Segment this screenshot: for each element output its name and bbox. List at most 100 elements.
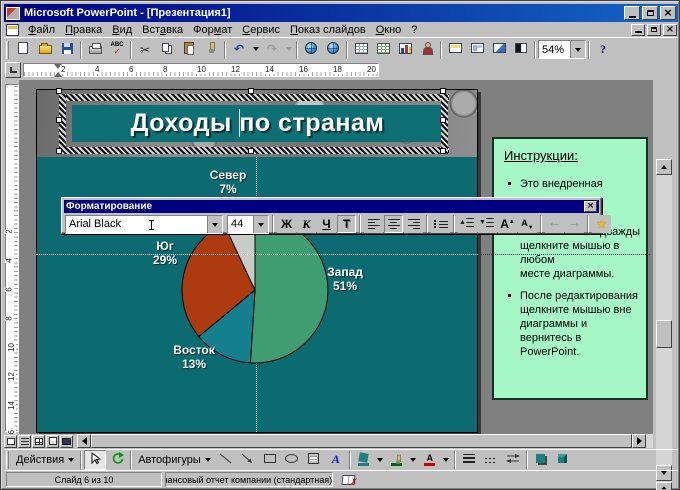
redo-dropdown-button[interactable] (283, 40, 294, 60)
selection-handle[interactable] (248, 88, 254, 94)
instructions-panel[interactable]: Инструкции: Это внедреннаядваждыщелкните… (492, 137, 648, 400)
doc-close-button[interactable]: × (663, 24, 677, 36)
insert-word-table-button[interactable] (350, 40, 372, 60)
font-color-dropdown[interactable] (441, 450, 452, 470)
insert-clipart-button[interactable] (416, 40, 438, 60)
horizontal-scrollbar[interactable] (77, 434, 653, 448)
horizontal-scroll-thumb[interactable] (91, 434, 632, 448)
selection-handle[interactable] (56, 88, 62, 94)
oval-button[interactable] (281, 450, 303, 470)
actions-menu-button[interactable]: Действия (12, 452, 78, 468)
scroll-right-button[interactable] (632, 434, 646, 448)
vertical-ruler[interactable]: 246810121416 (5, 84, 19, 432)
selection-handle[interactable] (440, 88, 446, 94)
bullets-button[interactable] (431, 215, 450, 233)
line-button[interactable] (215, 450, 237, 470)
save-button[interactable] (56, 40, 78, 60)
text-box-button[interactable] (303, 450, 325, 470)
close-button[interactable]: × (660, 6, 676, 20)
slide-sorter-view-button[interactable] (32, 435, 45, 448)
insert-wordart-button[interactable]: А (325, 450, 347, 470)
zoom-combo[interactable]: 54% (538, 40, 586, 59)
copy-button[interactable] (156, 40, 178, 60)
menu-item-Файл[interactable]: Файл (23, 23, 60, 37)
formatting-toolbar-close-icon[interactable]: × (584, 201, 597, 212)
doc-restore-button[interactable] (647, 24, 661, 36)
tab-selector-button[interactable] (5, 62, 21, 78)
align-center-button[interactable] (384, 215, 403, 233)
fill-color-button[interactable] (353, 450, 375, 470)
3d-button[interactable] (552, 450, 574, 470)
horizontal-guide[interactable] (478, 254, 650, 255)
format-painter-button[interactable] (200, 40, 222, 60)
spelling-button[interactable]: ABC✓ (106, 40, 128, 60)
minimize-button[interactable] (624, 6, 640, 20)
selection-handle[interactable] (440, 148, 446, 154)
font-size-value[interactable]: 44 (228, 218, 253, 230)
cut-button[interactable]: ✂ (134, 40, 156, 60)
menu-item-?[interactable]: ? (406, 23, 422, 37)
help-button[interactable]: ? (592, 40, 614, 60)
redo-button[interactable]: ↷ (261, 40, 283, 60)
line-color-button[interactable] (386, 450, 408, 470)
arrow-style-button[interactable] (502, 450, 524, 470)
insert-hyperlink-button[interactable] (300, 40, 322, 60)
slide-title-text[interactable]: Доходы по странам (131, 109, 385, 138)
title-bar[interactable]: Microsoft PowerPoint - [Презентация1] × (4, 4, 678, 22)
font-size-combo[interactable]: 44 (227, 215, 269, 234)
demote-button[interactable]: → (565, 215, 584, 233)
line-color-dropdown[interactable] (408, 450, 419, 470)
shadow-button[interactable] (530, 450, 552, 470)
underline-button[interactable]: Ч (317, 215, 336, 233)
scroll-left-button[interactable] (77, 434, 91, 448)
menu-item-Окно[interactable]: Окно (371, 23, 407, 37)
slide-view-button[interactable] (4, 435, 17, 448)
selection-hatch-border[interactable] (59, 94, 449, 101)
arrow-button[interactable] (237, 450, 259, 470)
font-name-dropdown[interactable] (207, 216, 222, 233)
font-name-combo[interactable]: Arial Black (65, 215, 223, 234)
bold-button[interactable]: Ж (277, 215, 296, 233)
menu-item-Формат[interactable]: Формат (188, 23, 237, 37)
undo-button[interactable]: ↶ (228, 40, 250, 60)
selection-handle[interactable] (248, 148, 254, 154)
print-button[interactable] (84, 40, 106, 60)
new-slide-button[interactable] (444, 40, 466, 60)
slide-title-placeholder[interactable]: Доходы по странам (72, 105, 443, 142)
decrease-paragraph-spacing-button[interactable]: ▼ (478, 215, 497, 233)
selection-hatch-border[interactable] (59, 147, 449, 154)
menu-item-Показ слайдов[interactable]: Показ слайдов (285, 23, 371, 37)
font-size-dropdown[interactable] (253, 216, 268, 233)
paste-button[interactable] (178, 40, 200, 60)
menu-item-Вставка[interactable]: Вставка (137, 23, 188, 37)
align-right-button[interactable] (404, 215, 423, 233)
italic-button[interactable]: К (297, 215, 316, 233)
free-rotate-button[interactable] (106, 450, 128, 470)
open-file-button[interactable] (34, 40, 56, 60)
outline-view-button[interactable] (18, 435, 31, 448)
promote-button[interactable]: ← (545, 215, 564, 233)
font-color-button[interactable]: А (419, 450, 441, 470)
selection-handle[interactable] (56, 117, 62, 123)
dash-style-button[interactable] (480, 450, 502, 470)
selection-hatch-border[interactable] (441, 94, 448, 154)
menu-item-Правка[interactable]: Правка (60, 23, 107, 37)
font-name-value[interactable]: Arial Black (66, 218, 207, 230)
autoshapes-menu-button[interactable]: Автофигуры (134, 452, 215, 468)
horizontal-ruler[interactable]: 2468101214161820 (23, 63, 379, 77)
selection-handle[interactable] (56, 148, 62, 154)
select-objects-button[interactable] (84, 450, 106, 470)
animation-effects-button[interactable]: ★ (592, 215, 611, 233)
insert-excel-worksheet-button[interactable] (372, 40, 394, 60)
notes-page-view-button[interactable] (46, 435, 59, 448)
menu-item-Вид[interactable]: Вид (107, 23, 137, 37)
insert-chart-button[interactable] (394, 40, 416, 60)
web-toolbar-button[interactable] (322, 40, 344, 60)
slide-layout-button[interactable] (466, 40, 488, 60)
new-file-button[interactable] (12, 40, 34, 60)
doc-minimize-button[interactable] (631, 24, 645, 36)
selection-handle[interactable] (440, 117, 446, 123)
zoom-dropdown[interactable] (570, 41, 585, 58)
fill-color-dropdown[interactable] (375, 450, 386, 470)
slide-canvas[interactable]: Доходы по странам Север7%Юг29%Запад51%Во… (36, 89, 478, 433)
